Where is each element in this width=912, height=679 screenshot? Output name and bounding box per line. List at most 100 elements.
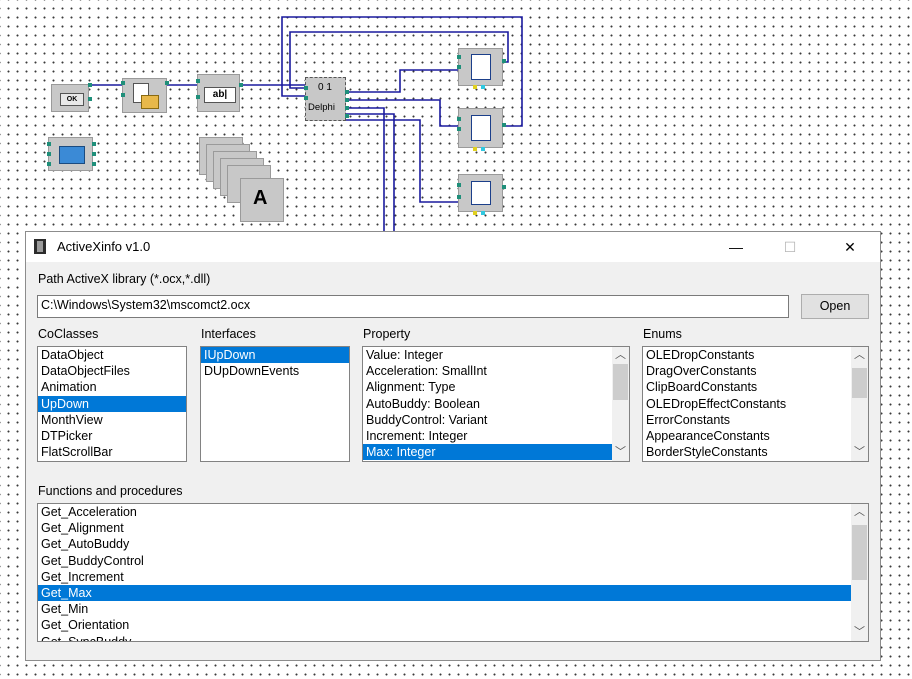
list-component[interactable] bbox=[457, 108, 506, 151]
list-item[interactable]: Get_BuddyControl bbox=[38, 553, 851, 569]
list-item[interactable]: Get_Max bbox=[38, 584, 851, 602]
scroll-down-icon[interactable]: ﹀ bbox=[612, 444, 629, 461]
list-item[interactable]: DataObject bbox=[38, 347, 186, 363]
list-item[interactable]: BorderStyleConstants bbox=[643, 444, 851, 460]
port[interactable] bbox=[88, 83, 92, 87]
scroll-down-icon[interactable]: ﹀ bbox=[851, 624, 868, 641]
port[interactable] bbox=[345, 114, 349, 118]
port[interactable] bbox=[47, 152, 51, 156]
list-item[interactable]: Acceleration: SmallInt bbox=[363, 363, 612, 379]
port[interactable] bbox=[47, 142, 51, 146]
port[interactable] bbox=[88, 97, 92, 101]
list-item[interactable]: DTPicker bbox=[38, 428, 186, 444]
close-button[interactable]: ✕ bbox=[827, 232, 873, 262]
enums-label: Enums bbox=[643, 327, 682, 341]
port[interactable] bbox=[92, 162, 96, 166]
scroll-up-icon[interactable]: ︿ bbox=[612, 347, 629, 364]
functions-scrollbar[interactable]: ︿ ﹀ bbox=[851, 504, 868, 641]
port[interactable] bbox=[196, 79, 200, 83]
list-item[interactable]: Animation bbox=[38, 379, 186, 395]
port[interactable] bbox=[502, 123, 506, 127]
list-item[interactable]: FlatScrollBar bbox=[38, 444, 186, 460]
list-icon bbox=[471, 54, 491, 80]
ok-button-component[interactable]: OK bbox=[51, 83, 92, 112]
list-item[interactable]: Get_Orientation bbox=[38, 617, 851, 633]
list-item[interactable]: Get_AutoBuddy bbox=[38, 536, 851, 552]
list-item[interactable]: Alignment: Type bbox=[363, 379, 612, 395]
port[interactable] bbox=[165, 81, 169, 85]
port[interactable] bbox=[457, 183, 461, 187]
scroll-up-icon[interactable]: ︿ bbox=[851, 504, 868, 521]
open-button[interactable]: Open bbox=[801, 294, 869, 319]
list-component[interactable] bbox=[457, 48, 506, 89]
list-item[interactable]: ClipBoardConstants bbox=[643, 379, 851, 395]
port[interactable] bbox=[457, 127, 461, 131]
property-list[interactable]: Value: Integer Acceleration: SmallInt Alig… bbox=[362, 346, 630, 462]
list-component[interactable] bbox=[457, 174, 506, 215]
port[interactable] bbox=[345, 106, 349, 110]
port[interactable] bbox=[457, 65, 461, 69]
list-item[interactable]: Increment: Integer bbox=[363, 428, 612, 444]
title-bar[interactable]: ActiveXinfo v1.0 — ☐ ✕ bbox=[26, 232, 880, 262]
scroll-thumb[interactable] bbox=[852, 368, 867, 398]
wire bbox=[346, 99, 458, 127]
edit-component[interactable]: ab| bbox=[196, 74, 243, 112]
port[interactable] bbox=[47, 162, 51, 166]
port[interactable] bbox=[304, 86, 308, 90]
port[interactable] bbox=[345, 90, 349, 94]
port[interactable] bbox=[92, 142, 96, 146]
port[interactable] bbox=[502, 59, 506, 63]
list-item[interactable]: Get_Acceleration bbox=[38, 504, 851, 520]
maximize-button[interactable]: ☐ bbox=[767, 232, 813, 262]
list-item[interactable]: UpDown bbox=[38, 395, 186, 412]
list-item[interactable]: BuddyControl: Variant bbox=[363, 412, 612, 428]
path-label: Path ActiveX library (*.ocx,*.dll) bbox=[38, 272, 211, 286]
coclasses-list[interactable]: DataObject DataObjectFiles Animation UpDown… bbox=[37, 346, 187, 462]
list-item[interactable]: DragOverConstants bbox=[643, 363, 851, 379]
path-input[interactable]: C:\Windows\System32\mscomct2.ocx bbox=[37, 295, 789, 318]
port[interactable] bbox=[239, 83, 243, 87]
list-item[interactable]: Get_Increment bbox=[38, 569, 851, 585]
list-item[interactable]: Max: Integer bbox=[363, 444, 612, 461]
port[interactable] bbox=[196, 95, 200, 99]
port[interactable] bbox=[457, 117, 461, 121]
scroll-up-icon[interactable]: ︿ bbox=[851, 347, 868, 364]
minimize-button[interactable]: — bbox=[713, 232, 759, 262]
scroll-down-icon[interactable]: ﹀ bbox=[851, 444, 868, 461]
port[interactable] bbox=[457, 55, 461, 59]
scroll-thumb[interactable] bbox=[613, 364, 628, 400]
list-item[interactable]: AutoBuddy: Boolean bbox=[363, 396, 612, 412]
list-item[interactable]: Get_Alignment bbox=[38, 520, 851, 536]
list-item[interactable]: AppearanceConstants bbox=[643, 428, 851, 444]
enums-list[interactable]: OLEDropConstants DragOverConstants ClipBoa… bbox=[642, 346, 869, 462]
interfaces-list[interactable]: IUpDown DUpDownEvents bbox=[200, 346, 350, 462]
list-item[interactable]: MonthView bbox=[38, 412, 186, 428]
port[interactable] bbox=[345, 98, 349, 102]
port[interactable] bbox=[121, 93, 125, 97]
delphi-value: 0 1 bbox=[318, 82, 332, 93]
list-item[interactable]: IUpDown bbox=[201, 347, 349, 364]
list-item[interactable]: Get_SyncBuddy bbox=[38, 634, 851, 642]
property-scrollbar[interactable]: ︿ ﹀ bbox=[612, 347, 629, 461]
port[interactable] bbox=[92, 152, 96, 156]
delphi-component[interactable]: 0 1 Delphi bbox=[304, 77, 349, 121]
form-component[interactable] bbox=[47, 137, 96, 171]
list-item[interactable]: ErrorConstants bbox=[643, 412, 851, 428]
port[interactable] bbox=[457, 195, 461, 199]
list-item[interactable]: DataObjectFiles bbox=[38, 363, 186, 379]
enums-scrollbar[interactable]: ︿ ﹀ bbox=[851, 347, 868, 461]
port[interactable] bbox=[121, 81, 125, 85]
functions-list[interactable]: Get_Acceleration Get_Alignment Get_AutoBud… bbox=[37, 503, 869, 642]
file-open-component[interactable] bbox=[121, 78, 169, 113]
list-item[interactable]: DUpDownEvents bbox=[201, 363, 349, 379]
label-component[interactable]: A bbox=[240, 178, 284, 222]
edit-icon: ab| bbox=[204, 87, 236, 103]
list-item[interactable]: Get_Min bbox=[38, 601, 851, 617]
delphi-label: Delphi bbox=[308, 102, 335, 113]
list-item[interactable]: OLEDropEffectConstants bbox=[643, 396, 851, 412]
list-item[interactable]: OLEDropConstants bbox=[643, 347, 851, 363]
scroll-thumb[interactable] bbox=[852, 525, 867, 580]
list-item[interactable]: Value: Integer bbox=[363, 347, 612, 363]
port[interactable] bbox=[304, 96, 308, 100]
port[interactable] bbox=[502, 185, 506, 189]
